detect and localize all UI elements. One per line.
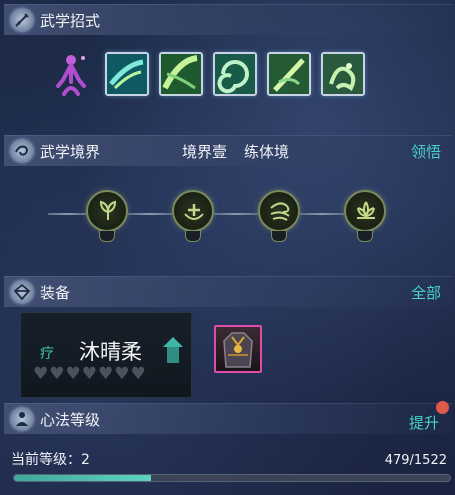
martial-moves-title: 武学招式 bbox=[40, 12, 101, 30]
companion-card[interactable]: 疗 沐晴柔 ♥♥♥♥♥♥♥ bbox=[20, 312, 192, 398]
martial-moves-header: 武学招式 bbox=[4, 4, 453, 35]
realm-node-1[interactable] bbox=[86, 190, 128, 232]
sword-icon bbox=[10, 8, 34, 32]
realm-node-tab bbox=[271, 230, 287, 242]
skill-sword-dash-icon bbox=[107, 54, 147, 94]
realm-connector bbox=[48, 213, 86, 215]
realm-node-4[interactable] bbox=[344, 190, 386, 232]
realm-node-tab bbox=[185, 230, 201, 242]
skill-slot-2[interactable] bbox=[159, 52, 203, 96]
heart-icon: ♥ bbox=[33, 364, 50, 384]
skill-leaf-sweep-icon bbox=[161, 54, 201, 94]
notification-dot bbox=[436, 401, 449, 414]
comprehend-button[interactable]: 领悟 bbox=[411, 141, 441, 162]
healer-class-icon: 疗 bbox=[37, 343, 57, 363]
realm-connector bbox=[300, 213, 344, 215]
skill-whirlwind-icon bbox=[215, 54, 255, 94]
realm-node-tab bbox=[357, 230, 373, 242]
svg-text:疗: 疗 bbox=[40, 346, 54, 362]
armor-item-icon bbox=[223, 332, 253, 368]
upgrade-button[interactable]: 提升 bbox=[409, 412, 439, 433]
skill-slot-4[interactable] bbox=[267, 52, 311, 96]
realm-node-tab bbox=[99, 230, 115, 242]
heart-icon: ♥ bbox=[130, 364, 147, 384]
wind-swirl-icon bbox=[270, 202, 290, 221]
heart-method-header: 心法等级 提升 bbox=[4, 403, 453, 434]
character-pose-icon[interactable] bbox=[52, 52, 90, 98]
lotus-icon bbox=[357, 201, 375, 219]
skill-blade-strike-icon bbox=[269, 54, 309, 94]
gem-icon bbox=[10, 280, 34, 304]
heart-icon: ♥ bbox=[65, 364, 82, 384]
current-level-label: 当前等级：2 bbox=[11, 452, 90, 468]
realm-name: 练体境 bbox=[244, 143, 290, 161]
skill-slot-3[interactable] bbox=[213, 52, 257, 96]
experience-progress-bar bbox=[13, 474, 451, 482]
skill-slot-1[interactable] bbox=[105, 52, 149, 96]
healing-plus-icon bbox=[184, 204, 204, 220]
heart-icon: ♥ bbox=[81, 364, 98, 384]
companion-name: 沐晴柔 bbox=[79, 340, 142, 364]
view-all-button[interactable]: 全部 bbox=[411, 282, 441, 303]
realm-node-3[interactable] bbox=[258, 190, 300, 232]
experience-progress-fill bbox=[14, 475, 152, 481]
martial-realm-title: 武学境界 bbox=[40, 143, 101, 161]
affinity-hearts: ♥♥♥♥♥♥♥ bbox=[33, 364, 147, 384]
bamboo-hat-icon bbox=[161, 335, 185, 365]
leaf-sprout-icon bbox=[99, 200, 117, 220]
heart-icon: ♥ bbox=[49, 364, 66, 384]
skill-dragon-icon bbox=[323, 54, 363, 94]
realm-level: 境界壹 bbox=[182, 143, 228, 161]
realm-node-2[interactable] bbox=[172, 190, 214, 232]
equipment-slot[interactable] bbox=[214, 325, 262, 373]
heart-icon: ♥ bbox=[98, 364, 115, 384]
skill-slot-5[interactable] bbox=[321, 52, 365, 96]
heart-method-title: 心法等级 bbox=[40, 411, 101, 429]
realm-connector bbox=[128, 213, 172, 215]
experience-text: 479/1522 bbox=[384, 453, 447, 468]
martial-realm-header: 武学境界 境界壹 练体境 领悟 bbox=[4, 135, 453, 166]
heart-icon: ♥ bbox=[114, 364, 131, 384]
equipment-title: 装备 bbox=[40, 284, 71, 302]
meditation-figure-icon bbox=[10, 407, 34, 431]
realm-connector bbox=[214, 213, 258, 215]
equipment-header: 装备 全部 bbox=[4, 276, 453, 307]
spiral-icon bbox=[10, 139, 34, 163]
